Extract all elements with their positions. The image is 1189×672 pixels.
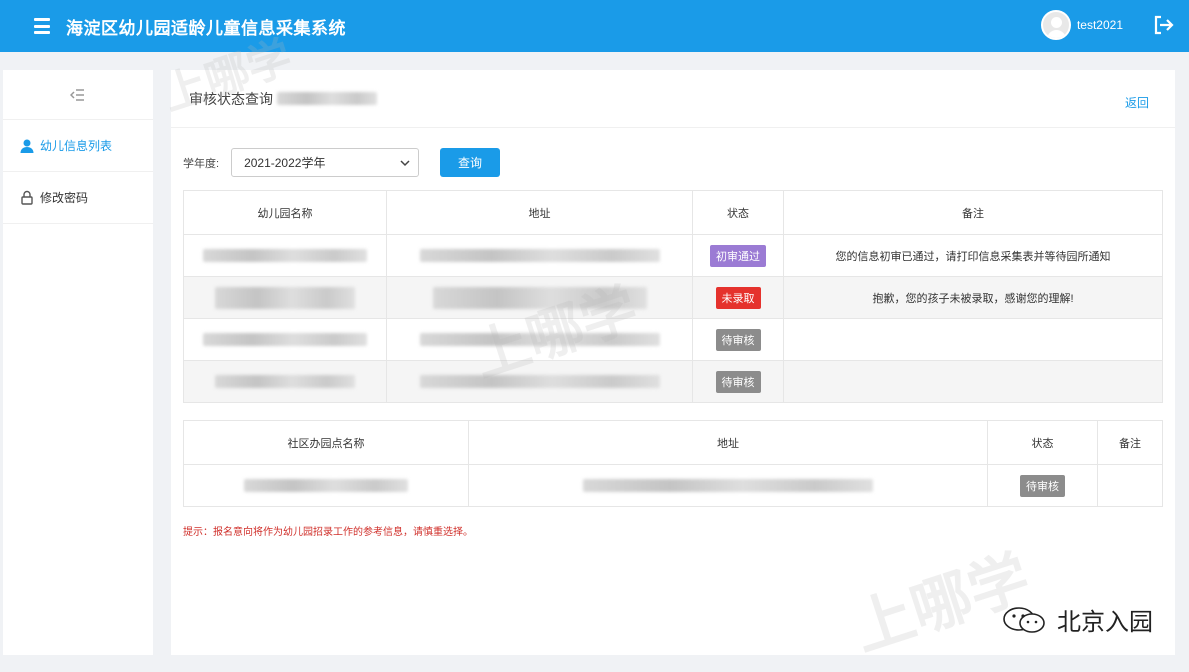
- school-year-select[interactable]: 2021-2022学年: [231, 148, 420, 177]
- column-header: 状态: [987, 420, 1098, 465]
- remark-cell: [783, 318, 1163, 361]
- status-badge: 未录取: [715, 286, 761, 309]
- main-panel: 审核状态查询 返回 学年度: 2021-2022学年 查询 幼儿园名称 地址 状…: [171, 70, 1175, 655]
- wechat-icon: [1003, 606, 1045, 633]
- status-badge: 待审核: [1020, 474, 1065, 497]
- sidebar-collapse-toggle[interactable]: [3, 70, 153, 120]
- sidebar: 幼儿信息列表 修改密码: [3, 70, 153, 655]
- column-header: 状态: [692, 190, 784, 235]
- school-year-value: 2021-2022学年: [244, 156, 326, 170]
- lock-icon: [19, 190, 35, 206]
- column-header: 备注: [783, 190, 1163, 235]
- column-header: 社区办园点名称: [183, 420, 469, 465]
- redacted-text: [419, 375, 660, 388]
- redacted-text: [215, 286, 355, 309]
- app-title: 海淀区幼儿园适龄儿童信息采集系统: [66, 18, 346, 38]
- back-link[interactable]: 返回: [1125, 94, 1149, 111]
- redacted-text: [419, 333, 660, 346]
- filter-bar: 学年度: 2021-2022学年 查询: [183, 148, 501, 177]
- logout-icon[interactable]: [1151, 13, 1175, 37]
- page-title: 审核状态查询: [189, 90, 273, 107]
- status-badge: 待审核: [715, 370, 761, 393]
- username[interactable]: test2021: [1077, 18, 1123, 32]
- table-row: 待审核: [183, 318, 1163, 361]
- hamburger-menu-icon[interactable]: [34, 18, 56, 34]
- redacted-text: [244, 479, 408, 492]
- table-row: 待审核: [183, 464, 1163, 507]
- redacted-text: [419, 249, 660, 262]
- status-badge: 初审通过: [710, 244, 766, 267]
- collapse-icon[interactable]: [70, 88, 86, 102]
- redacted-text: [203, 333, 367, 346]
- user-icon: [19, 138, 35, 154]
- column-header: 地址: [386, 190, 693, 235]
- user-info[interactable]: test2021: [1040, 10, 1123, 40]
- redacted-text: [583, 479, 873, 492]
- brand-watermark: 北京入园: [1001, 602, 1153, 637]
- sidebar-item-child-list[interactable]: 幼儿信息列表: [3, 120, 153, 172]
- redacted-text: [277, 92, 377, 105]
- page-header: 审核状态查询 返回: [171, 70, 1175, 128]
- school-year-label: 学年度:: [183, 157, 220, 170]
- top-header: 海淀区幼儿园适龄儿童信息采集系统 test2021: [0, 0, 1189, 52]
- redacted-text: [432, 286, 647, 309]
- status-badge: 待审核: [715, 328, 761, 351]
- sidebar-item-label: 幼儿信息列表: [40, 139, 113, 153]
- table-row: 未录取 抱歉，您的孩子未被录取，感谢您的理解!: [183, 276, 1163, 319]
- remark-cell: 抱歉，您的孩子未被录取，感谢您的理解!: [783, 276, 1163, 319]
- sidebar-item-label: 修改密码: [40, 191, 89, 205]
- kindergarten-table: 幼儿园名称 地址 状态 备注 初审通过 您的信息初审已通过，请打印信息采集表并等…: [183, 190, 1163, 403]
- remark-cell: [783, 360, 1163, 403]
- column-header: 地址: [468, 420, 988, 465]
- hint-text: 提示：报名意向将作为幼儿园招录工作的参考信息，请慎重选择。: [183, 527, 473, 538]
- community-site-table: 社区办园点名称 地址 状态 备注 待审核: [183, 420, 1163, 507]
- brand-text: 北京入园: [1057, 608, 1153, 636]
- sidebar-item-change-password[interactable]: 修改密码: [3, 172, 153, 224]
- redacted-text: [215, 375, 355, 388]
- column-header: 备注: [1097, 420, 1163, 465]
- table-row: 初审通过 您的信息初审已通过，请打印信息采集表并等待园所通知: [183, 234, 1163, 277]
- column-header: 幼儿园名称: [183, 190, 387, 235]
- table-row: 待审核: [183, 360, 1163, 403]
- query-button[interactable]: 查询: [440, 148, 501, 177]
- chevron-down-icon: [400, 160, 410, 167]
- remark-cell: 您的信息初审已通过，请打印信息采集表并等待园所通知: [783, 234, 1163, 277]
- avatar[interactable]: [1040, 10, 1071, 40]
- remark-cell: [1097, 464, 1163, 507]
- redacted-text: [203, 249, 367, 262]
